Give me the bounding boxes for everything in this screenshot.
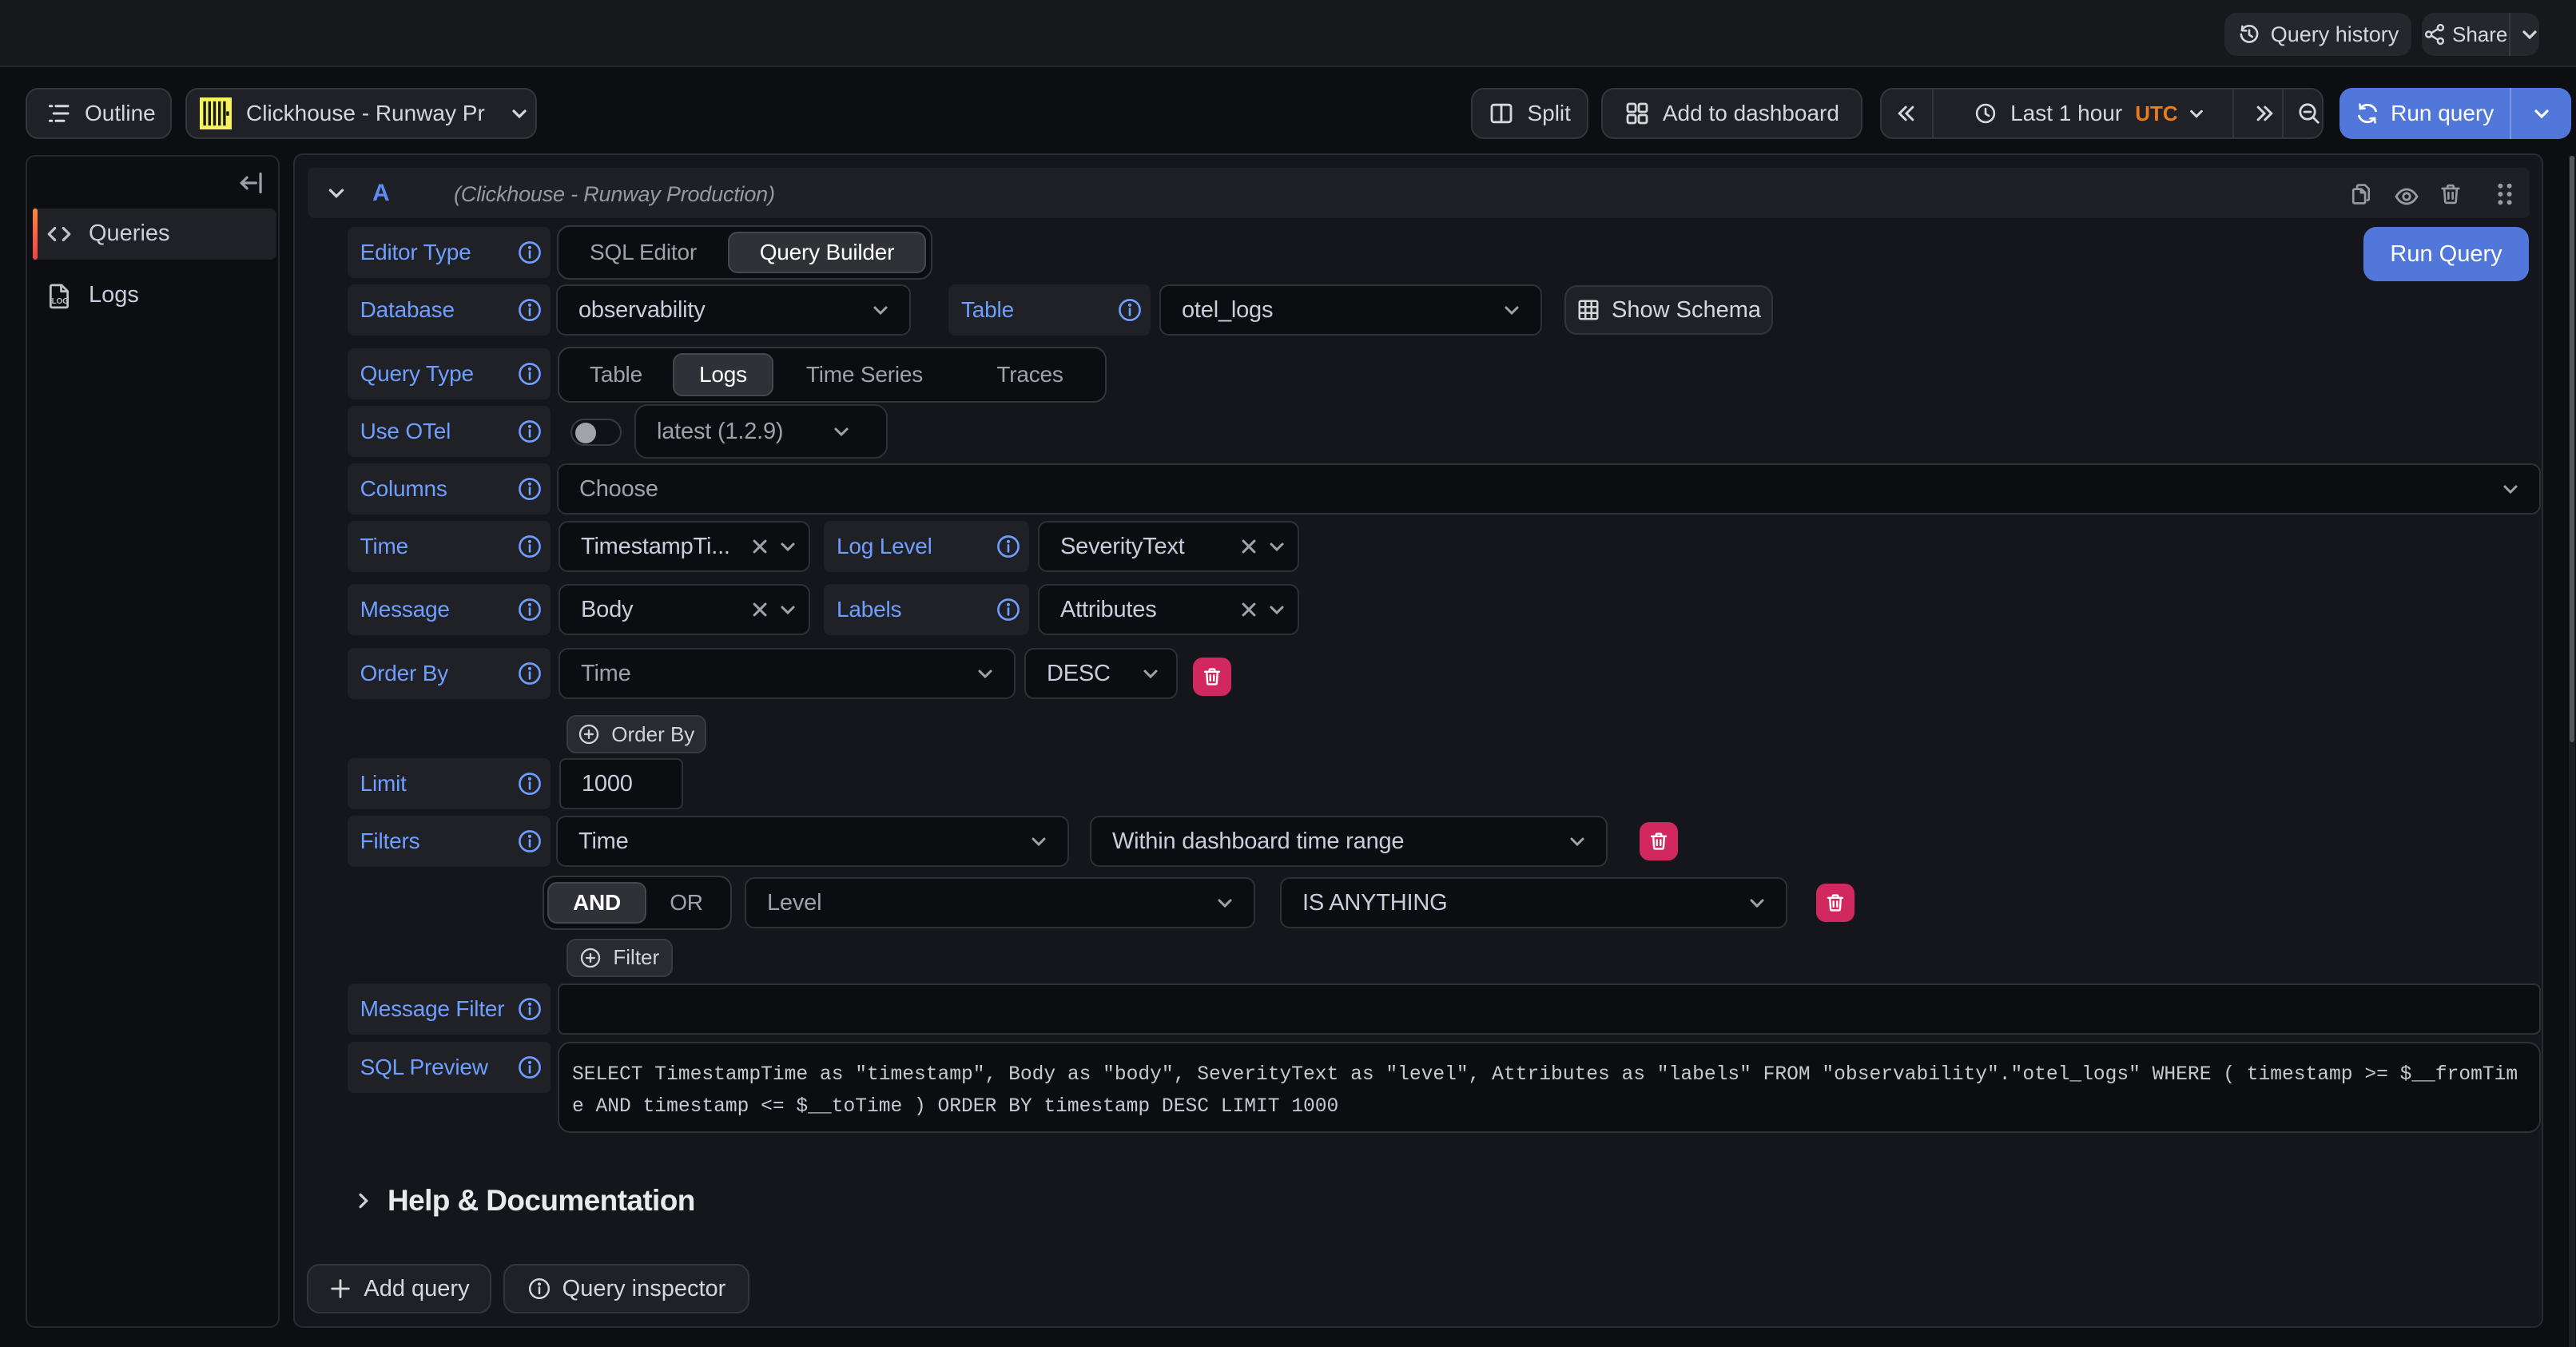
svg-text:LOG: LOG — [52, 296, 69, 305]
